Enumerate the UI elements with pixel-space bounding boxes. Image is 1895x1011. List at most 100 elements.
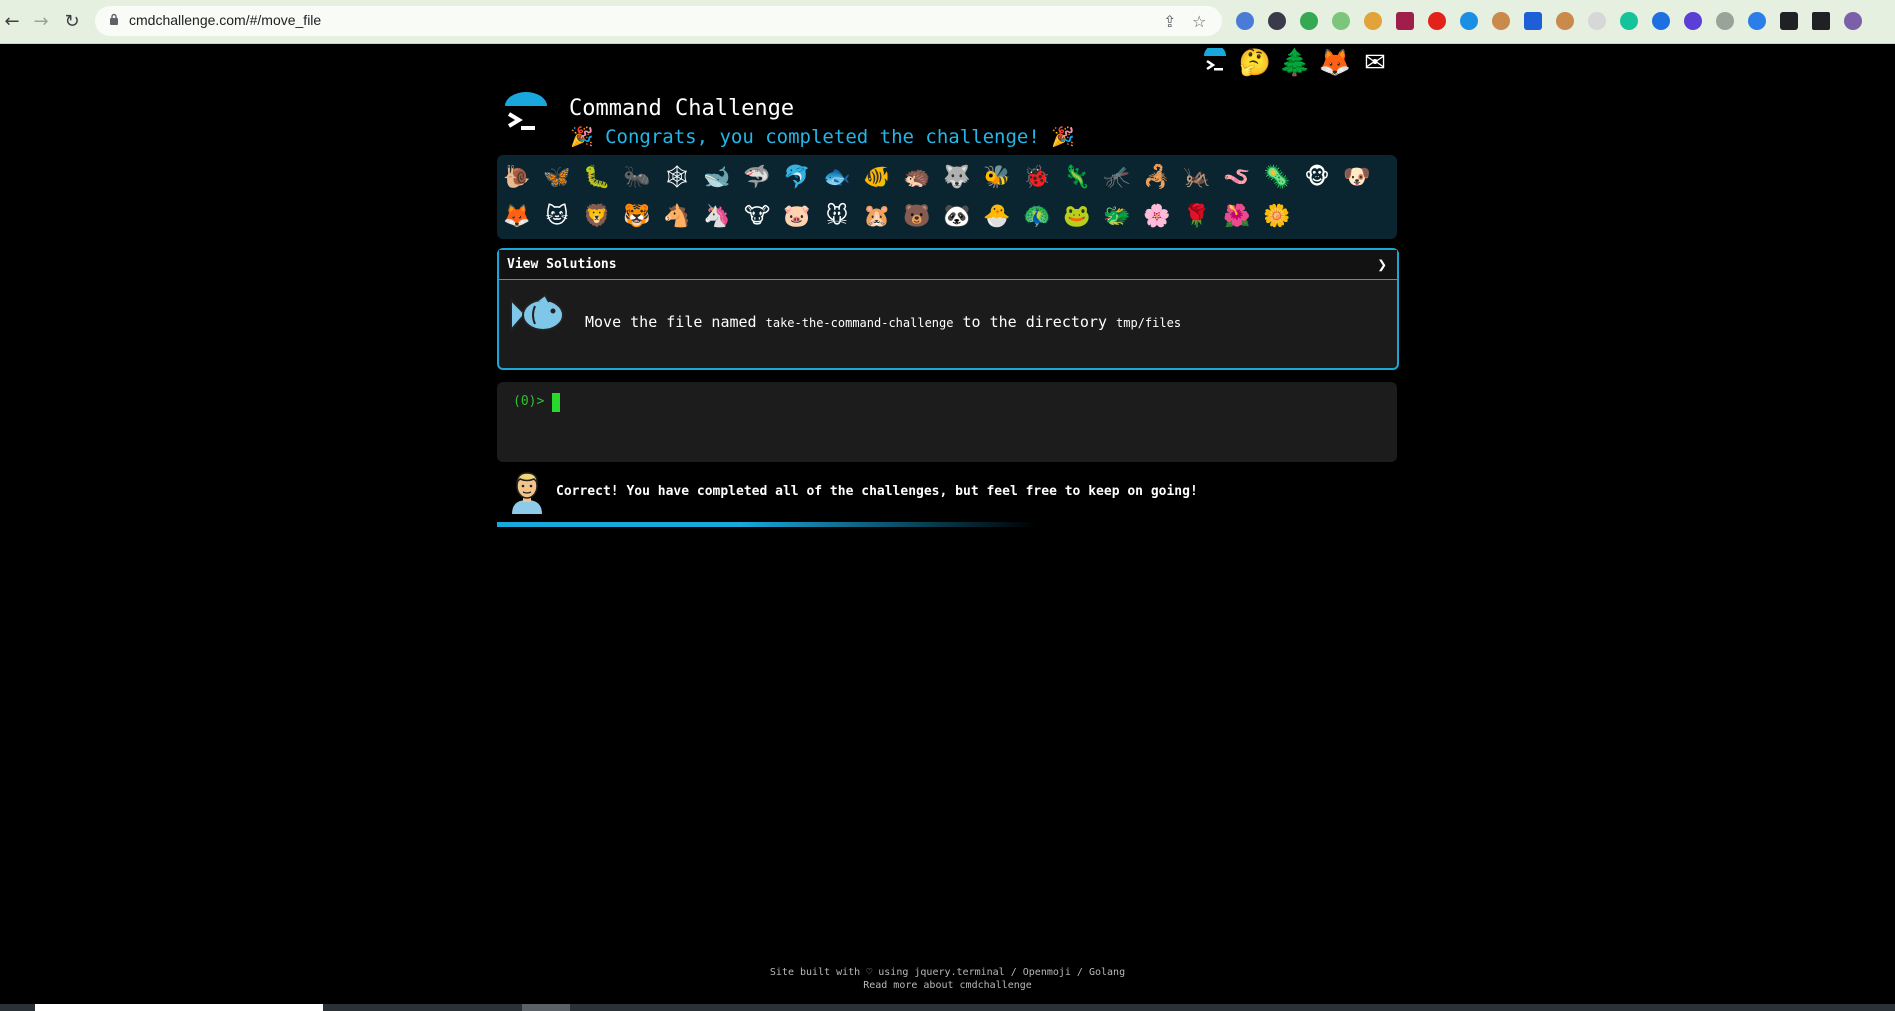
challenge-animal-icon[interactable]: 🐺 [940, 160, 974, 194]
extension-icon[interactable] [1588, 12, 1606, 30]
footer-about-link[interactable]: Read more about cmdchallenge [0, 979, 1895, 992]
challenge-animal-icon[interactable]: 🦟 [1100, 160, 1134, 194]
chevron-right-icon: ❯ [1377, 255, 1387, 274]
challenge-animal-icon[interactable]: 🐹 [860, 199, 894, 233]
view-solutions-label: View Solutions [507, 257, 617, 272]
extension-icon[interactable] [1460, 12, 1478, 30]
challenge-animal-icon[interactable]: 🐲 [1100, 199, 1134, 233]
challenge-task: Move the file named take-the-command-cha… [585, 313, 1181, 331]
challenge-animal-icon[interactable]: 🐛 [580, 160, 614, 194]
footer-credits: Site built with ♡ using jquery.terminal … [769, 967, 1126, 978]
challenge-panel: View Solutions ❯ Move the file named tak… [497, 248, 1399, 370]
challenge-animal-icon[interactable]: 🦂 [1140, 160, 1174, 194]
forward-button[interactable]: → [29, 9, 53, 33]
challenge-animal-icon[interactable]: 🐝 [980, 160, 1014, 194]
challenge-animal-icon[interactable]: 🐷 [780, 199, 814, 233]
envelope-icon[interactable]: ✉ [1356, 44, 1394, 82]
extension-icon[interactable] [1652, 12, 1670, 30]
task-middle: to the directory [962, 313, 1108, 331]
challenge-animal-icon[interactable]: 🦚 [1020, 199, 1054, 233]
lock-icon [110, 13, 118, 25]
reload-button[interactable]: ↻ [60, 9, 84, 33]
progress-bar [497, 522, 1037, 527]
challenge-animal-icon[interactable]: 🌺 [1220, 199, 1254, 233]
challenge-animal-icon[interactable]: 🐣 [980, 199, 1014, 233]
challenge-animal-icon[interactable]: 🐴 [660, 199, 694, 233]
challenge-animal-icon[interactable]: 🌼 [1260, 199, 1294, 233]
challenge-animal-icon[interactable]: 🐮 [740, 199, 774, 233]
challenge-animal-icon[interactable]: 🐬 [780, 160, 814, 194]
challenge-animal-icon[interactable]: 🦠 [1260, 160, 1294, 194]
challenge-animal-grid: 🐌 🦋 🐛 🐜 🕸 🐋 🦈 🐬 🐟 🐠 🦔 🐺 🐝 🐞 🦎 🦟 🦂 🦗 🪱 🦠 🐵 🐶 🦊 🐱 🦁 🐯 🐴 🦄 🐮 🐷 🐭 🐹 🐻 🐼 🐣 🦚 🐸 🐲 🌸… [497, 155, 1397, 239]
evergreen-tree-icon[interactable]: 🌲 [1276, 44, 1314, 82]
challenge-animal-icon[interactable]: 🐟 [820, 160, 854, 194]
challenge-animal-icon[interactable]: 🌸 [1140, 199, 1174, 233]
challenge-animal-icon[interactable]: 🦋 [540, 160, 574, 194]
url-text: cmdchallenge.com/#/move_file [129, 12, 322, 28]
share-icon[interactable]: ⇪ [1163, 12, 1176, 31]
challenge-animal-icon[interactable]: 🐋 [700, 160, 734, 194]
extension-icon[interactable] [1236, 12, 1254, 30]
challenge-animal-icon[interactable]: 🦔 [900, 160, 934, 194]
challenge-animal-icon[interactable]: 🦊 [500, 199, 534, 233]
browser-toolbar: ← → ↻ cmdchallenge.com/#/move_file ⇪ ☆ [0, 0, 1895, 44]
challenge-animal-icon[interactable]: 🐱 [540, 199, 574, 233]
challenge-animal-icon[interactable]: 🐜 [620, 160, 654, 194]
challenge-animal-icon[interactable]: 🦁 [580, 199, 614, 233]
result-message: Correct! You have completed all of the c… [556, 484, 1198, 499]
task-dir: tmp/files [1116, 316, 1182, 330]
extensions-puzzle-icon[interactable] [1780, 12, 1798, 30]
gitlab-fox-icon[interactable]: 🦊 [1316, 44, 1354, 82]
profile-avatar[interactable] [1844, 12, 1862, 30]
terminal-prompt: (0)> [513, 394, 545, 409]
terminal[interactable]: (0)> [497, 382, 1397, 462]
address-bar[interactable]: cmdchallenge.com/#/move_file ⇪ ☆ [95, 6, 1222, 36]
challenge-animal-icon[interactable]: 🐌 [500, 160, 534, 194]
page-title: Command Challenge [569, 96, 795, 121]
extension-icon[interactable] [1364, 12, 1382, 30]
challenge-animal-icon[interactable]: 🦗 [1180, 160, 1214, 194]
extension-icon[interactable] [1684, 12, 1702, 30]
task-prefix: Move the file named [585, 313, 757, 331]
challenge-animal-icon[interactable]: 🐞 [1020, 160, 1054, 194]
task-file: take-the-command-challenge [765, 316, 954, 330]
extension-icon[interactable] [1332, 12, 1350, 30]
terminal-cursor [552, 393, 560, 412]
extension-icon[interactable] [1428, 12, 1446, 30]
extension-icon[interactable] [1620, 12, 1638, 30]
challenge-animal-icon[interactable]: 🐭 [820, 199, 854, 233]
bookmark-star-icon[interactable]: ☆ [1192, 12, 1206, 31]
challenge-animal-icon[interactable]: 🌹 [1180, 199, 1214, 233]
challenge-animal-icon[interactable]: 🐸 [1060, 199, 1094, 233]
extension-icon[interactable] [1300, 12, 1318, 30]
cmdchallenge-logo-icon [505, 92, 547, 130]
extension-icon[interactable] [1556, 12, 1574, 30]
challenge-animal-icon[interactable]: 🪱 [1220, 160, 1254, 194]
challenge-animal-icon[interactable]: 🦎 [1060, 160, 1094, 194]
challenge-animal-icon[interactable]: 🦄 [700, 199, 734, 233]
challenge-animal-icon[interactable]: 🐯 [620, 199, 654, 233]
view-solutions-toggle[interactable]: View Solutions ❯ [499, 250, 1397, 280]
extension-icon[interactable] [1524, 12, 1542, 30]
challenge-animal-icon[interactable]: 🦈 [740, 160, 774, 194]
extension-icon[interactable] [1748, 12, 1766, 30]
challenge-animal-icon[interactable]: 🐼 [940, 199, 974, 233]
challenge-animal-icon[interactable]: 🐠 [860, 160, 894, 194]
person-avatar-icon [512, 472, 542, 514]
bottom-scrollbar[interactable] [0, 1004, 1895, 1011]
back-button[interactable]: ← [0, 9, 24, 33]
fish-icon [510, 293, 564, 333]
extension-icon[interactable] [1396, 12, 1414, 30]
thinking-face-icon[interactable]: 🤔 [1236, 44, 1274, 82]
extension-icon[interactable] [1268, 12, 1286, 30]
side-panel-icon[interactable] [1812, 12, 1830, 30]
extension-icon[interactable] [1492, 12, 1510, 30]
challenge-animal-icon[interactable]: 🐵 [1300, 160, 1334, 194]
challenge-animal-icon[interactable]: 🕸 [660, 160, 694, 194]
terminal-logo-icon[interactable] [1196, 44, 1234, 82]
challenge-animal-icon[interactable]: 🐶 [1340, 160, 1374, 194]
extension-icon[interactable] [1716, 12, 1734, 30]
footer: Site built with ♡ using jquery.terminal … [0, 966, 1895, 992]
congrats-banner: 🎉 Congrats, you completed the challenge!… [570, 126, 1075, 148]
challenge-animal-icon[interactable]: 🐻 [900, 199, 934, 233]
